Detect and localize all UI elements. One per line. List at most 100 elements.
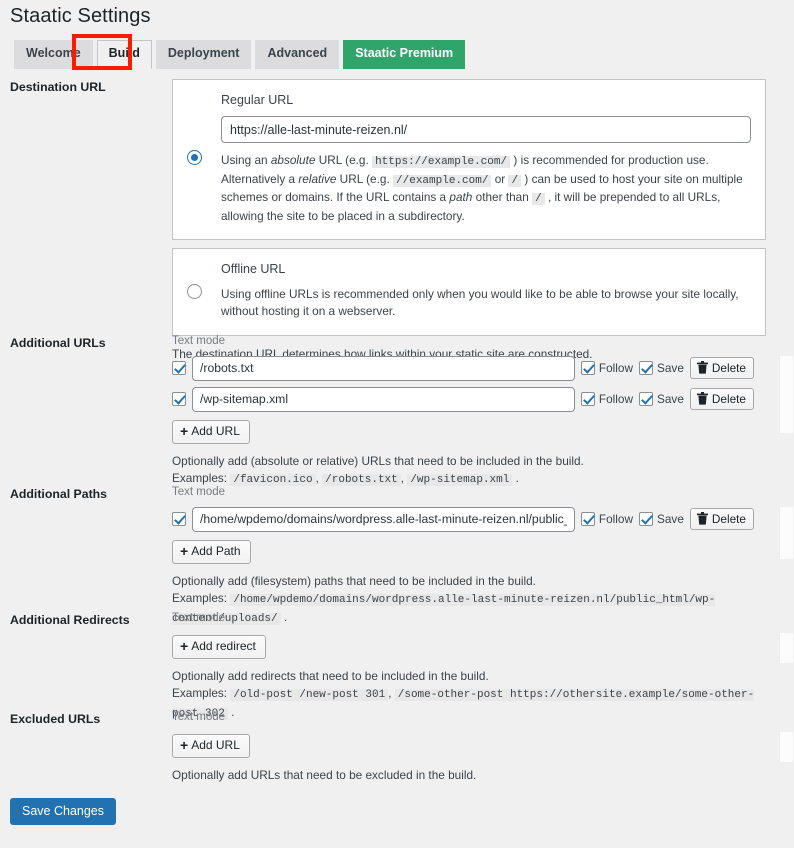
settings-page: Staatic Settings Welcome Build Deploymen…	[0, 0, 794, 848]
additional-url-follow-checkbox[interactable]	[580, 361, 595, 376]
sep-3: .	[512, 471, 519, 486]
additional-urls-field-area: Follow Save Delete	[172, 355, 793, 444]
example-sitemap: /wp-sitemap.xml	[407, 474, 513, 487]
additional-paths-field-area: Follow Save Delete + Add Pat	[172, 506, 793, 564]
additional-paths-label: Additional Paths	[10, 487, 108, 501]
additional-url-follow-label[interactable]: Follow	[580, 392, 633, 407]
additional-url-save-checkbox[interactable]	[639, 392, 653, 407]
offline-url-description: Using offline URLs is recommended only w…	[221, 286, 739, 319]
additional-redirects-field-area: + Add redirect	[172, 632, 793, 663]
additional-paths-text-mode-label: Text mode	[172, 486, 226, 498]
additional-url-row: Follow Save Delete	[172, 355, 754, 381]
additional-path-input[interactable]	[192, 506, 575, 532]
trash-icon	[696, 392, 708, 405]
excluded-urls-scrollbar[interactable]	[779, 731, 793, 762]
code-example-slash-2: /	[532, 193, 545, 206]
additional-path-follow-label[interactable]: Follow	[580, 512, 633, 527]
add-path-button[interactable]: + Add Path	[172, 539, 251, 564]
delete-text: Delete	[711, 360, 746, 375]
additional-urls-scrollbar[interactable]	[779, 355, 793, 433]
desc-absolute-emphasis: absolute	[270, 153, 316, 168]
additional-url-follow-label[interactable]: Follow	[580, 361, 633, 376]
code-example-absolute: https://example.com/	[372, 156, 511, 169]
additional-url-save-label[interactable]: Save	[639, 392, 684, 407]
save-text: Save	[657, 361, 684, 376]
tab-deployment[interactable]: Deployment	[155, 40, 252, 69]
excluded-urls-help: Optionally add URLs that need to be excl…	[172, 767, 477, 782]
regular-url-radio[interactable]	[187, 150, 202, 165]
page-title: Staatic Settings	[10, 5, 151, 27]
additional-path-follow-checkbox[interactable]	[580, 512, 595, 527]
additional-url-input[interactable]	[192, 386, 575, 412]
regular-url-heading: Regular URL	[221, 93, 294, 107]
save-text: Save	[657, 392, 684, 407]
additional-url-enabled-checkbox[interactable]	[172, 361, 186, 376]
additional-redirects-label: Additional Redirects	[10, 613, 130, 627]
code-example-relative: //example.com/	[393, 174, 492, 187]
save-changes-button[interactable]: Save Changes	[10, 798, 117, 825]
excluded-urls-label: Excluded URLs	[10, 712, 101, 726]
offline-url-panel: Offline URL Using offline URLs is recomm…	[172, 248, 766, 337]
add-excluded-url-label: Add URL	[191, 738, 240, 753]
tab-welcome[interactable]: Welcome	[14, 40, 93, 69]
additional-urls-label: Additional URLs	[10, 336, 106, 350]
additional-paths-help-text: Optionally add (filesystem) paths that n…	[172, 573, 536, 588]
additional-path-row: Follow Save Delete	[172, 506, 754, 532]
desc-part-4: URL (e.g.	[336, 171, 394, 186]
additional-urls-help: Optionally add (absolute or relative) UR…	[172, 453, 772, 489]
additional-url-row: Follow Save Delete	[172, 386, 754, 412]
add-redirect-label: Add redirect	[191, 639, 256, 654]
plus-icon: +	[180, 423, 189, 440]
tab-advanced[interactable]: Advanced	[255, 40, 340, 69]
offline-url-radio[interactable]	[187, 284, 202, 300]
additional-url-input[interactable]	[192, 355, 575, 381]
example-favicon: /favicon.ico	[230, 474, 316, 487]
desc-part-2: URL (e.g.	[315, 153, 373, 168]
add-url-button[interactable]: + Add URL	[172, 419, 250, 444]
additional-path-save-checkbox[interactable]	[639, 512, 653, 527]
follow-text: Follow	[598, 361, 633, 376]
add-excluded-url-button[interactable]: + Add URL	[172, 733, 250, 758]
additional-url-enabled-checkbox[interactable]	[172, 392, 186, 407]
desc-part-7: other than	[472, 190, 533, 205]
examples-label: Examples:	[172, 686, 228, 701]
additional-url-delete-button[interactable]: Delete	[689, 388, 754, 411]
trash-icon	[696, 512, 708, 525]
additional-path-save-label[interactable]: Save	[639, 512, 684, 527]
plus-icon: +	[180, 737, 189, 754]
regular-url-input[interactable]	[221, 116, 751, 144]
example-redirect-301: /old-post /new-post 301	[230, 689, 389, 702]
add-url-label: Add URL	[191, 424, 240, 439]
additional-urls-text-mode-label: Text mode	[172, 335, 226, 347]
additional-url-save-checkbox[interactable]	[639, 361, 653, 376]
offline-url-heading: Offline URL	[221, 262, 286, 277]
examples-label: Examples:	[172, 591, 228, 606]
additional-redirects-text-mode-label: Text mode	[172, 612, 226, 624]
tab-build[interactable]: Build	[96, 40, 152, 69]
follow-text: Follow	[598, 512, 633, 527]
regular-url-panel: Regular URL Using an absolute URL (e.g. …	[172, 79, 766, 241]
desc-part-5: or	[491, 171, 509, 186]
additional-redirects-help-text: Optionally add redirects that need to be…	[172, 668, 489, 683]
settings-tabs: Welcome Build Deployment Advanced Staati…	[14, 40, 466, 69]
desc-path-emphasis: path	[449, 190, 473, 205]
delete-text: Delete	[711, 391, 746, 406]
additional-url-delete-button[interactable]: Delete	[689, 357, 754, 380]
additional-path-delete-button[interactable]: Delete	[689, 508, 754, 531]
example-robots: /robots.txt	[322, 474, 401, 487]
delete-text: Delete	[711, 511, 746, 526]
plus-icon: +	[180, 638, 189, 655]
code-example-slash: /	[508, 174, 522, 187]
desc-relative-emphasis: relative	[298, 171, 337, 186]
trash-icon	[696, 361, 708, 374]
add-redirect-button[interactable]: + Add redirect	[172, 634, 266, 659]
destination-url-label: Destination URL	[10, 80, 106, 94]
additional-redirects-scrollbar[interactable]	[779, 632, 793, 663]
additional-url-save-label[interactable]: Save	[639, 361, 684, 376]
additional-paths-scrollbar[interactable]	[779, 506, 793, 559]
additional-url-follow-checkbox[interactable]	[580, 392, 595, 407]
save-text: Save	[657, 512, 684, 527]
additional-path-enabled-checkbox[interactable]	[172, 512, 186, 527]
plus-icon: +	[180, 543, 189, 560]
tab-staatic-premium[interactable]: Staatic Premium	[343, 40, 466, 69]
